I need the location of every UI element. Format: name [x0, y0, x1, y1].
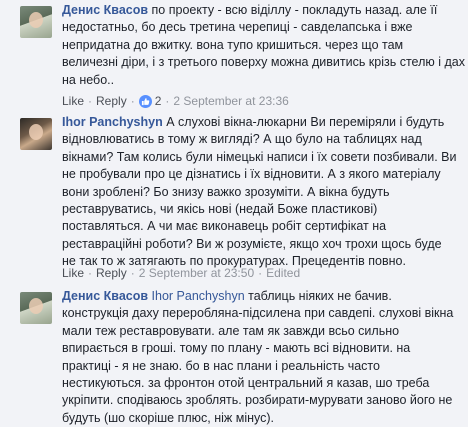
separator: ·: [258, 266, 263, 280]
avatar[interactable]: [20, 6, 52, 38]
comment-text-line: недостатньо, бо десь третина черепиці - …: [62, 20, 413, 35]
comment-text-line: нестикуються. за фронтон отой центральни…: [62, 376, 430, 391]
comment-body: Денис Квасов Ihor Panchyshyn таблиць нія…: [62, 288, 454, 427]
comment-actions: Like · Reply · 2 · 2 September at 23:36: [62, 94, 289, 108]
comment-text-line: величезні діри, і з третього поверху мож…: [62, 55, 465, 70]
comment-text-line: таблиць ніяких не бачив.: [248, 289, 392, 303]
comment-timestamp[interactable]: 2 September at 23:36: [173, 94, 288, 108]
reaction-count[interactable]: 2: [138, 94, 162, 108]
comment-text-line: на небо..: [62, 72, 115, 87]
comment-text-line: по проекту - всю віділлу - покладуть наз…: [151, 3, 438, 17]
separator: ·: [130, 94, 135, 108]
comment-text-line: вони зроблені? Бо знизу важко зрозуміти.…: [62, 184, 390, 199]
comment-body: Ihor Panchyshyn А слухові вікна-люкарни …: [62, 114, 457, 271]
avatar[interactable]: [20, 292, 52, 324]
comment-text-line: реставраційні роботи? Ви ж розумієте, як…: [62, 236, 442, 251]
comment-mention[interactable]: Ihor Panchyshyn: [152, 289, 245, 303]
like-link[interactable]: Like: [62, 94, 84, 108]
comment-author[interactable]: Ihor Panchyshyn: [62, 115, 163, 129]
comment-text-line: вікнами? Там колись були німецькі написи…: [62, 149, 457, 164]
reaction-count-value: 2: [154, 94, 162, 108]
comment-text-line: укріпити. сподіваюсь зроблять. розбирати…: [62, 393, 453, 408]
comment-timestamp[interactable]: 2 September at 23:50: [139, 266, 254, 280]
separator: ·: [165, 94, 170, 108]
comment-text-line: поставляться. А чи має виконавець робіт …: [62, 219, 387, 234]
comment-text-line: не пробували про це дізнатись і їх відно…: [62, 167, 441, 182]
comment-text-line: А слухові вікна-люкарни Ви переміряли і …: [166, 115, 445, 129]
comment-text-line: будуть (шо скоріше плюс, ніж мінус).: [62, 410, 274, 425]
comment-body: Денис Квасов по проекту - всю віділлу - …: [62, 2, 465, 89]
comment-author[interactable]: Денис Квасов: [62, 289, 148, 303]
comment-text-line: впирається в гроші. тому по плану - мают…: [62, 341, 411, 356]
comment-text-line: відновлюватись в тому ж вигляді? А що бу…: [62, 132, 422, 147]
separator: ·: [130, 266, 135, 280]
comment-actions: Like · Reply · 2 September at 23:50 · Ed…: [62, 266, 300, 280]
separator: ·: [88, 94, 93, 108]
separator: ·: [88, 266, 93, 280]
comment-author[interactable]: Денис Квасов: [62, 3, 148, 17]
reply-link[interactable]: Reply: [96, 266, 127, 280]
thumbs-up-icon: [138, 94, 152, 108]
comment-text-line: непридатна до вжитку. вона тупо кришитьс…: [62, 37, 404, 52]
reply-link[interactable]: Reply: [96, 94, 127, 108]
edited-label[interactable]: Edited: [266, 266, 300, 280]
avatar[interactable]: [20, 118, 52, 150]
comment-text-line: реставруватись, чи якісь нові (недай Бож…: [62, 202, 378, 217]
comment-text-line: практиці - я не знаю. бо в нас плани і р…: [62, 358, 380, 373]
like-link[interactable]: Like: [62, 266, 84, 280]
comment-text-line: конструкція даху переробляна-підсилена п…: [62, 306, 454, 321]
comment-text-line: мали теж реставровувати. але там як завж…: [62, 323, 400, 338]
